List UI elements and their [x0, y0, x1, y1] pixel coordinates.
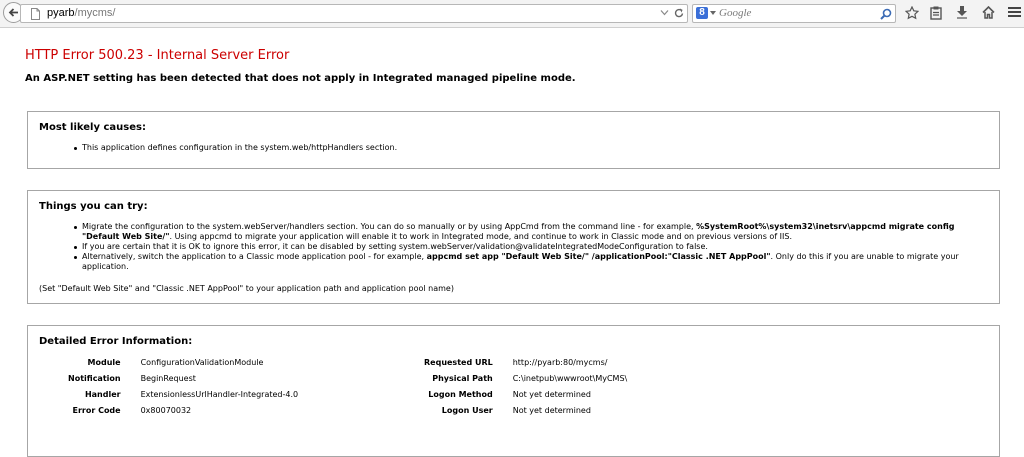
browser-toolbar: pyarb/mycms/ 8 Google	[0, 0, 1024, 28]
table-row: Physical Path C:\inetpub\wwwroot\MyCMS\	[424, 370, 627, 386]
details-table-right: Requested URL http://pyarb:80/mycms/ Phys…	[424, 354, 627, 418]
search-input[interactable]: Google	[719, 7, 751, 19]
detail-label: Logon User	[441, 405, 493, 415]
try-note: (Set "Default Web Site" and "Classic .NE…	[39, 284, 454, 293]
detail-value: Not yet determined	[512, 389, 591, 399]
detail-label: Handler	[84, 389, 121, 399]
menu-icon[interactable]	[1008, 6, 1021, 18]
search-icon[interactable]	[880, 8, 892, 20]
error-subtitle: An ASP.NET setting has been detected tha…	[25, 73, 576, 84]
reload-icon[interactable]	[673, 7, 685, 19]
list-item: Migrate the configuration to the system.…	[72, 222, 992, 242]
causes-section: Most likely causes: This application def…	[27, 111, 1000, 169]
detail-label: Notification	[68, 373, 121, 383]
list-item: This application defines configuration i…	[72, 143, 397, 153]
google-icon[interactable]: 8	[696, 7, 708, 19]
url-text: pyarb/mycms/	[47, 7, 115, 19]
causes-heading: Most likely causes:	[39, 122, 146, 133]
detail-label: Logon Method	[428, 389, 493, 399]
detail-value: ExtensionlessUrlHandler-Integrated-4.0	[140, 389, 299, 399]
page-icon	[31, 8, 40, 20]
causes-list: This application defines configuration i…	[72, 143, 397, 153]
details-table-left: Module ConfigurationValidationModule Noti…	[68, 354, 298, 418]
table-row: Handler ExtensionlessUrlHandler-Integrate…	[68, 386, 298, 402]
detail-value: C:\inetpub\wwwroot\MyCMS\	[512, 373, 628, 383]
item-text: Alternatively, switch the application to…	[82, 252, 427, 261]
details-section: Detailed Error Information: Module Config…	[27, 325, 1000, 457]
clipboard-icon[interactable]	[930, 6, 942, 20]
detail-label: Requested URL	[424, 357, 493, 367]
detail-value: Not yet determined	[512, 405, 591, 415]
search-box[interactable]: 8 Google	[692, 4, 896, 23]
item-text: . Using appcmd to migrate your applicati…	[169, 232, 793, 241]
table-row: Module ConfigurationValidationModule	[68, 354, 298, 370]
url-path: /mycms/	[74, 7, 116, 19]
table-row: Error Code 0x80070032	[68, 402, 298, 418]
address-bar[interactable]: pyarb/mycms/	[20, 4, 688, 23]
search-engine-dropdown-icon[interactable]	[710, 11, 716, 15]
detail-label: Error Code	[72, 405, 121, 415]
details-heading: Detailed Error Information:	[39, 336, 193, 347]
try-section: Things you can try: Migrate the configur…	[27, 190, 1000, 304]
try-list: Migrate the configuration to the system.…	[72, 222, 992, 272]
detail-value: ConfigurationValidationModule	[140, 357, 264, 367]
item-command: appcmd set app "Default Web Site/" /appl…	[426, 252, 771, 261]
detail-value: BeginRequest	[140, 373, 196, 383]
url-host: pyarb	[47, 7, 75, 19]
list-item: If you are certain that it is OK to igno…	[72, 242, 992, 252]
list-item: Alternatively, switch the application to…	[72, 252, 992, 272]
table-row: Logon Method Not yet determined	[424, 386, 627, 402]
error-title: HTTP Error 500.23 - Internal Server Erro…	[25, 48, 290, 63]
table-row: Logon User Not yet determined	[424, 402, 627, 418]
star-icon[interactable]	[905, 6, 919, 20]
detail-value: 0x80070032	[140, 405, 192, 415]
dropdown-arrow-icon[interactable]	[660, 8, 669, 17]
try-heading: Things you can try:	[39, 201, 148, 212]
detail-label: Module	[87, 357, 121, 367]
detail-value: http://pyarb:80/mycms/	[512, 357, 608, 367]
table-row: Notification BeginRequest	[68, 370, 298, 386]
back-arrow-icon	[8, 8, 18, 17]
table-row: Requested URL http://pyarb:80/mycms/	[424, 354, 627, 370]
home-icon[interactable]	[982, 6, 995, 19]
item-text: Migrate the configuration to the system.…	[82, 222, 697, 231]
download-icon[interactable]	[956, 6, 968, 19]
detail-label: Physical Path	[432, 373, 493, 383]
